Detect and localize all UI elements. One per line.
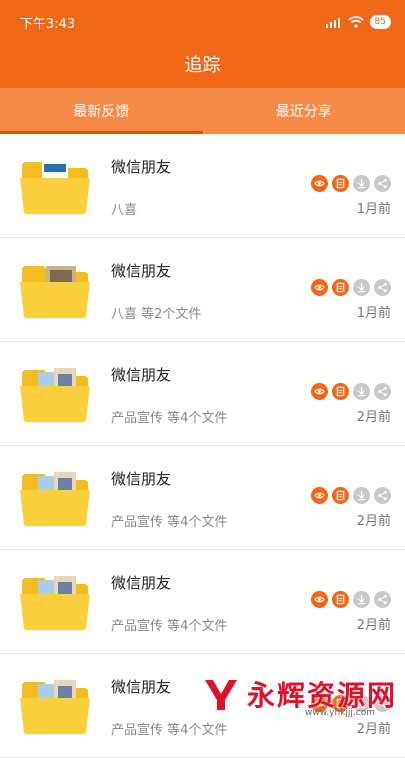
item-subtitle: 八喜 等2个文件	[111, 303, 201, 322]
list-item[interactable]: 微信朋友八喜 等2个文件 1月前	[0, 238, 405, 342]
share-icon[interactable]	[374, 383, 391, 400]
eye-icon[interactable]	[311, 383, 328, 400]
eye-icon[interactable]	[311, 175, 328, 192]
watermark-logo	[201, 676, 241, 712]
item-subtitle: 产品宣传 等4个文件	[111, 615, 227, 634]
item-actions	[311, 487, 391, 504]
status-icons: 85	[326, 15, 391, 29]
item-subtitle: 八喜	[111, 199, 137, 218]
signal-icon	[326, 17, 342, 28]
share-icon[interactable]	[374, 175, 391, 192]
list-item[interactable]: 微信朋友八喜 1月前	[0, 134, 405, 238]
item-subtitle: 产品宣传 等4个文件	[111, 511, 227, 530]
item-actions	[311, 591, 391, 608]
document-icon[interactable]	[332, 279, 349, 296]
item-actions	[311, 383, 391, 400]
tab-recent-shares[interactable]: 最近分享	[203, 88, 405, 134]
item-name: 微信朋友	[111, 468, 171, 489]
item-subtitle: 产品宣传 等4个文件	[111, 719, 227, 738]
watermark-url: www.yhkjjj.com	[305, 708, 375, 718]
document-icon[interactable]	[332, 591, 349, 608]
item-time: 1月前	[357, 198, 391, 217]
download-icon[interactable]	[353, 175, 370, 192]
item-name: 微信朋友	[111, 572, 171, 593]
share-icon[interactable]	[374, 279, 391, 296]
folder-with-photo-icon	[20, 262, 90, 318]
folder-with-doc-icon	[20, 158, 90, 214]
share-icon[interactable]	[374, 591, 391, 608]
item-actions	[311, 279, 391, 296]
status-bar: 下午3:43 85	[0, 0, 405, 44]
download-icon[interactable]	[353, 383, 370, 400]
eye-icon[interactable]	[311, 279, 328, 296]
eye-icon[interactable]	[311, 487, 328, 504]
download-icon[interactable]	[353, 591, 370, 608]
tracking-list: 微信朋友八喜1月前微信朋友八喜 等2个文件1月前微信朋友产品宣传 等4个文件2月…	[0, 134, 405, 758]
page-title: 追踪	[0, 44, 405, 88]
item-actions	[311, 175, 391, 192]
download-icon[interactable]	[353, 279, 370, 296]
item-name: 微信朋友	[111, 676, 171, 697]
document-icon[interactable]	[332, 487, 349, 504]
tab-bar: 最新反馈 最近分享	[0, 88, 405, 134]
wifi-icon	[348, 16, 364, 28]
eye-icon[interactable]	[311, 591, 328, 608]
tab-latest-feedback[interactable]: 最新反馈	[0, 88, 203, 134]
item-time: 2月前	[357, 510, 391, 529]
download-icon[interactable]	[353, 487, 370, 504]
document-icon[interactable]	[332, 175, 349, 192]
folder-with-photos-icon	[20, 574, 90, 630]
item-subtitle: 产品宣传 等4个文件	[111, 407, 227, 426]
list-item[interactable]: 微信朋友产品宣传 等4个文件 2月前	[0, 446, 405, 550]
document-icon[interactable]	[332, 383, 349, 400]
item-time: 2月前	[357, 614, 391, 633]
share-icon[interactable]	[374, 487, 391, 504]
item-time: 2月前	[357, 406, 391, 425]
item-name: 微信朋友	[111, 364, 171, 385]
app-header: 下午3:43 85 追踪	[0, 0, 405, 88]
item-time: 1月前	[357, 302, 391, 321]
status-time: 下午3:43	[20, 13, 75, 32]
folder-with-photos-icon	[20, 470, 90, 526]
folder-with-photos-icon	[20, 366, 90, 422]
folder-with-photos-icon	[20, 678, 90, 734]
list-item[interactable]: 微信朋友产品宣传 等4个文件 2月前	[0, 342, 405, 446]
item-name: 微信朋友	[111, 260, 171, 281]
item-time: 2月前	[357, 718, 391, 737]
battery-icon: 85	[370, 15, 391, 29]
item-name: 微信朋友	[111, 156, 171, 177]
list-item[interactable]: 微信朋友产品宣传 等4个文件 2月前	[0, 550, 405, 654]
